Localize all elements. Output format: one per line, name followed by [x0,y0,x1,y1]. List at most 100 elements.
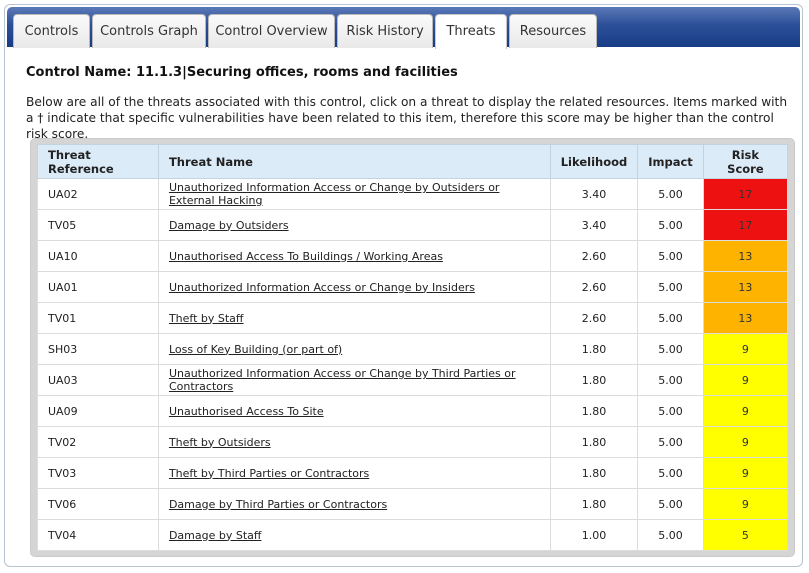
threat-name-cell: Damage by Staff [157,519,551,551]
impact-cell: 5.00 [637,209,704,241]
impact-cell: 5.00 [637,457,704,489]
impact-cell: 5.00 [637,364,704,396]
threat-name-link[interactable]: Theft by Staff [169,312,244,325]
table-row[interactable]: UA09 Unauthorised Access To Site 1.80 5.00 9 [37,395,789,427]
table-row[interactable]: TV01 Theft by Staff 2.60 5.00 13 [37,302,789,334]
threat-name-link[interactable]: Loss of Key Building (or part of) [169,343,342,356]
threats-table-body: UA02 Unauthorized Information Access or C… [37,178,789,551]
threat-name-cell: Unauthorized Information Access or Chang… [157,271,551,303]
threat-name-link[interactable]: Unauthorized Information Access or Chang… [169,281,475,294]
risk-score-cell: 17 [702,178,789,210]
threat-name-link[interactable]: Unauthorized Information Access or Chang… [169,367,516,393]
impact-cell: 5.00 [637,426,704,458]
column-header-risk-score[interactable]: Risk Score [702,144,789,179]
table-row[interactable]: TV05 Damage by Outsiders 3.40 5.00 17 [37,209,789,241]
risk-score-cell: 9 [702,457,789,489]
likelihood-cell: 1.00 [549,519,639,551]
likelihood-cell: 2.60 [549,240,639,272]
risk-score-cell: 9 [702,364,789,396]
table-row[interactable]: UA01 Unauthorized Information Access or C… [37,271,789,303]
threat-reference-cell: TV06 [37,488,159,520]
likelihood-cell: 1.80 [549,364,639,396]
threat-reference-cell: TV05 [37,209,159,241]
control-name-label: Control Name: 11.1.3 [26,65,183,80]
table-row[interactable]: SH03 Loss of Key Building (or part of) 1.8… [37,333,789,365]
threats-panel: Controls Controls Graph Control Overview… [4,4,803,567]
table-row[interactable]: UA10 Unauthorised Access To Buildings / W… [37,240,789,272]
threats-description: Below are all of the threats associated … [26,95,788,141]
threat-reference-cell: UA10 [37,240,159,272]
threat-reference-cell: UA02 [37,178,159,210]
threat-name-cell: Loss of Key Building (or part of) [157,333,551,365]
threat-name-link[interactable]: Damage by Outsiders [169,219,289,232]
likelihood-cell: 3.40 [549,209,639,241]
likelihood-cell: 2.60 [549,302,639,334]
column-header-threat-name[interactable]: Threat Name [157,144,551,179]
threats-table: Threat Reference Threat Name Likelihood … [37,144,789,551]
threat-reference-cell: SH03 [37,333,159,365]
tab-resources[interactable]: Resources [509,14,597,48]
impact-cell: 5.00 [637,333,704,365]
threat-reference-cell: UA01 [37,271,159,303]
threat-reference-cell: UA03 [37,364,159,396]
risk-score-cell: 17 [702,209,789,241]
risk-score-cell: 9 [702,488,789,520]
tab-risk-history[interactable]: Risk History [337,14,433,48]
threats-table-container: Threat Reference Threat Name Likelihood … [30,138,795,557]
likelihood-cell: 2.60 [549,271,639,303]
table-row[interactable]: UA02 Unauthorized Information Access or C… [37,178,789,210]
likelihood-cell: 1.80 [549,426,639,458]
column-header-threat-reference[interactable]: Threat Reference [37,144,159,179]
threat-name-link[interactable]: Unauthorised Access To Site [169,405,324,418]
threat-name-cell: Unauthorized Information Access or Chang… [157,178,551,210]
threat-reference-cell: TV01 [37,302,159,334]
likelihood-cell: 3.40 [549,178,639,210]
tab-controls-graph[interactable]: Controls Graph [92,14,206,48]
risk-score-cell: 9 [702,333,789,365]
control-name-title: Securing offices, rooms and facilities [186,65,458,80]
threat-name-cell: Unauthorized Information Access or Chang… [157,364,551,396]
table-row[interactable]: TV03 Theft by Third Parties or Contractor… [37,457,789,489]
risk-score-cell: 5 [702,519,789,551]
impact-cell: 5.00 [637,519,704,551]
risk-score-cell: 9 [702,395,789,427]
table-row[interactable]: TV04 Damage by Staff 1.00 5.00 5 [37,519,789,551]
threat-name-link[interactable]: Damage by Staff [169,529,262,542]
risk-score-cell: 13 [702,302,789,334]
table-row[interactable]: UA03 Unauthorized Information Access or C… [37,364,789,396]
threat-name-cell: Damage by Third Parties or Contractors [157,488,551,520]
threat-reference-cell: TV04 [37,519,159,551]
likelihood-cell: 1.80 [549,395,639,427]
threat-name-link[interactable]: Unauthorised Access To Buildings / Worki… [169,250,443,263]
threat-reference-cell: UA09 [37,395,159,427]
table-row[interactable]: TV06 Damage by Third Parties or Contracto… [37,488,789,520]
impact-cell: 5.00 [637,395,704,427]
threat-name-cell: Theft by Outsiders [157,426,551,458]
threat-name-link[interactable]: Damage by Third Parties or Contractors [169,498,387,511]
tab-controls[interactable]: Controls [13,14,90,48]
impact-cell: 5.00 [637,240,704,272]
threat-reference-cell: TV02 [37,426,159,458]
threat-reference-cell: TV03 [37,457,159,489]
tab-threats[interactable]: Threats [435,14,507,49]
tab-control-overview[interactable]: Control Overview [208,14,335,48]
impact-cell: 5.00 [637,302,704,334]
control-name-heading: Control Name: 11.1.3|Securing offices, r… [26,65,458,80]
impact-cell: 5.00 [637,488,704,520]
threat-name-cell: Unauthorised Access To Buildings / Worki… [157,240,551,272]
threat-name-link[interactable]: Unauthorized Information Access or Chang… [169,181,500,207]
threat-name-cell: Theft by Staff [157,302,551,334]
likelihood-cell: 1.80 [549,333,639,365]
column-header-likelihood[interactable]: Likelihood [549,144,639,179]
threat-name-link[interactable]: Theft by Outsiders [169,436,271,449]
table-row[interactable]: TV02 Theft by Outsiders 1.80 5.00 9 [37,426,789,458]
likelihood-cell: 1.80 [549,488,639,520]
threat-name-cell: Unauthorised Access To Site [157,395,551,427]
column-header-impact[interactable]: Impact [637,144,704,179]
impact-cell: 5.00 [637,178,704,210]
threat-name-link[interactable]: Theft by Third Parties or Contractors [169,467,369,480]
table-header-row: Threat Reference Threat Name Likelihood … [37,144,789,179]
threat-name-cell: Damage by Outsiders [157,209,551,241]
risk-score-cell: 9 [702,426,789,458]
risk-score-cell: 13 [702,271,789,303]
